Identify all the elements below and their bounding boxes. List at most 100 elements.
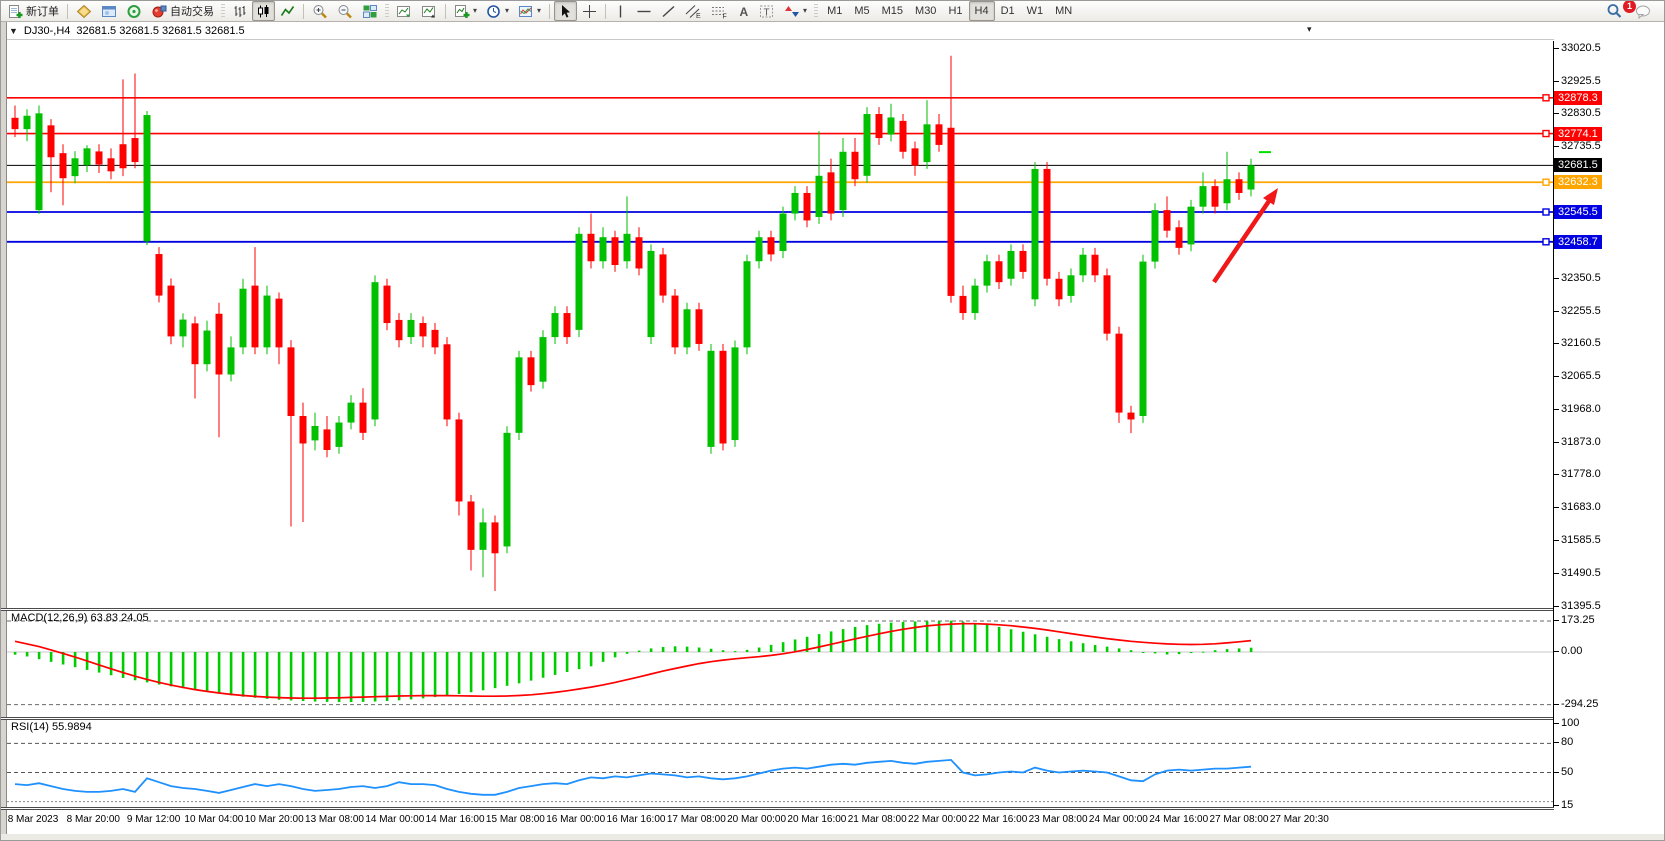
cursor-button[interactable] xyxy=(554,1,577,21)
price-tick: 32735.5 xyxy=(1561,140,1601,153)
macd-label: MACD(12,26,9) 63.83 24.05 xyxy=(11,612,149,624)
price-line-badge[interactable]: 32632.3 xyxy=(1554,175,1602,189)
time-label: 15 Mar 08:00 xyxy=(486,814,545,825)
price-tick: 33020.5 xyxy=(1561,42,1601,55)
tile-windows-button[interactable] xyxy=(358,1,382,21)
chevron-down-icon: ▾ xyxy=(473,7,477,15)
toolbar-separator xyxy=(549,4,550,19)
period-button[interactable]: ▾ xyxy=(482,1,513,21)
candlestick-chart xyxy=(7,41,1553,608)
macd-tick: 173.25 xyxy=(1561,614,1595,627)
zoom-in-icon xyxy=(312,4,328,19)
time-label: 14 Mar 16:00 xyxy=(426,814,485,825)
time-label: 9 Mar 12:00 xyxy=(127,814,180,825)
notifications-button[interactable]: 1 xyxy=(1631,1,1657,21)
market-watch-button[interactable] xyxy=(72,1,96,21)
rsi-tick: 15 xyxy=(1561,799,1573,812)
equidistant-channel-button[interactable]: E xyxy=(681,1,706,21)
horizontal-line-icon xyxy=(636,4,652,19)
rsi-chart xyxy=(7,720,1553,807)
price-line-badge[interactable]: 32878.3 xyxy=(1554,91,1602,105)
price-tick: 31585.5 xyxy=(1561,534,1601,547)
bar-chart-button[interactable] xyxy=(228,1,251,21)
arrows-button[interactable]: ▾ xyxy=(780,1,811,21)
timeframe-m15[interactable]: M15 xyxy=(876,1,909,21)
price-tick: 32065.5 xyxy=(1561,370,1601,383)
arrange-right-button[interactable] xyxy=(417,1,441,21)
text-label-button[interactable]: T xyxy=(755,1,779,21)
macd-chart xyxy=(7,611,1553,717)
text-button[interactable]: A xyxy=(733,1,754,21)
line-chart-button[interactable] xyxy=(276,1,299,21)
timeframe-m5[interactable]: M5 xyxy=(848,1,875,21)
macd-tick: 0.00 xyxy=(1561,645,1582,658)
new-chart-button[interactable]: ▾ xyxy=(450,1,481,21)
new-chart-icon xyxy=(454,4,470,19)
arrange-right-icon xyxy=(421,4,437,19)
data-window-button[interactable] xyxy=(97,1,121,21)
auto-trading-button[interactable]: 自动交易 xyxy=(147,1,218,21)
timeframe-mn[interactable]: MN xyxy=(1049,1,1078,21)
search-icon xyxy=(1606,3,1623,19)
timeframe-w1[interactable]: W1 xyxy=(1021,1,1050,21)
navigator-icon xyxy=(126,4,142,19)
equidistant-channel-icon: E xyxy=(685,4,702,19)
arrange-left-button[interactable] xyxy=(392,1,416,21)
time-label: 21 Mar 08:00 xyxy=(848,814,907,825)
chart-titlebar[interactable]: ▼ DJ30-,H4 32681.5 32681.5 32681.5 32681… xyxy=(1,22,1664,40)
price-line-badge[interactable]: 32458.7 xyxy=(1554,235,1602,249)
price-line-badge[interactable]: 32774.1 xyxy=(1554,127,1602,141)
price-tick: 32160.5 xyxy=(1561,337,1601,350)
trade-panel-caret-icon[interactable]: ▾ xyxy=(1307,24,1312,35)
toolbar-separator xyxy=(67,4,68,19)
crosshair-button[interactable] xyxy=(578,1,601,21)
price-tick: 31778.0 xyxy=(1561,468,1601,481)
chat-bubble-icon xyxy=(1635,3,1653,19)
time-label: 24 Mar 16:00 xyxy=(1149,814,1208,825)
time-label: 24 Mar 00:00 xyxy=(1089,814,1148,825)
svg-text:E: E xyxy=(696,13,701,19)
candlestick-chart-icon xyxy=(256,4,271,19)
time-axis[interactable]: 8 Mar 20238 Mar 20:009 Mar 12:0010 Mar 0… xyxy=(7,809,1553,833)
candlestick-chart-button[interactable] xyxy=(252,1,275,21)
market-watch-icon xyxy=(76,4,92,19)
fibonacci-icon: F xyxy=(711,4,728,19)
chart-menu-caret-icon[interactable]: ▼ xyxy=(9,26,18,36)
current-price-badge[interactable]: 32681.5 xyxy=(1554,158,1602,172)
timeframe-m1[interactable]: M1 xyxy=(821,1,848,21)
indicators-button[interactable]: ▾ xyxy=(514,1,545,21)
time-label: 27 Mar 20:30 xyxy=(1270,814,1329,825)
timeframe-toolbar: M1M5M15M30H1H4D1W1MN xyxy=(821,1,1078,21)
rsi-label: RSI(14) 55.9894 xyxy=(11,721,92,733)
time-label: 20 Mar 16:00 xyxy=(787,814,846,825)
window-bottom-frame xyxy=(1,834,1664,841)
timeframe-h1[interactable]: H1 xyxy=(942,1,968,21)
zoom-out-button[interactable] xyxy=(333,1,357,21)
timeframe-m30[interactable]: M30 xyxy=(909,1,942,21)
timeframe-d1[interactable]: D1 xyxy=(995,1,1021,21)
rsi-tick: 80 xyxy=(1561,736,1573,749)
timeframe-h4[interactable]: H4 xyxy=(969,1,995,21)
zoom-in-button[interactable] xyxy=(308,1,332,21)
time-label: 22 Mar 00:00 xyxy=(908,814,967,825)
price-tick: 32925.5 xyxy=(1561,75,1601,88)
text-a-icon: A xyxy=(737,4,750,19)
price-tick: 31490.5 xyxy=(1561,567,1601,580)
macd-pane[interactable]: MACD(12,26,9) 63.83 24.05 xyxy=(7,611,1553,717)
horizontal-line-button[interactable] xyxy=(632,1,656,21)
new-order-button[interactable]: 新订单 xyxy=(4,1,63,21)
data-window-icon xyxy=(101,4,117,19)
time-label: 16 Mar 00:00 xyxy=(546,814,605,825)
trendline-button[interactable] xyxy=(657,1,680,21)
price-line-badge[interactable]: 32545.5 xyxy=(1554,205,1602,219)
price-axis[interactable]: 33020.532925.532830.532735.532350.532255… xyxy=(1554,22,1665,840)
vertical-line-icon xyxy=(614,4,627,19)
price-tick: 32830.5 xyxy=(1561,107,1601,120)
fibonacci-button[interactable]: F xyxy=(707,1,732,21)
time-label: 27 Mar 08:00 xyxy=(1210,814,1269,825)
vertical-line-button[interactable] xyxy=(610,1,631,21)
chart-symbol-period: DJ30-,H4 xyxy=(24,25,70,37)
price-chart-pane[interactable] xyxy=(7,41,1553,608)
rsi-pane[interactable]: RSI(14) 55.9894 xyxy=(7,720,1553,807)
navigator-button[interactable] xyxy=(122,1,146,21)
